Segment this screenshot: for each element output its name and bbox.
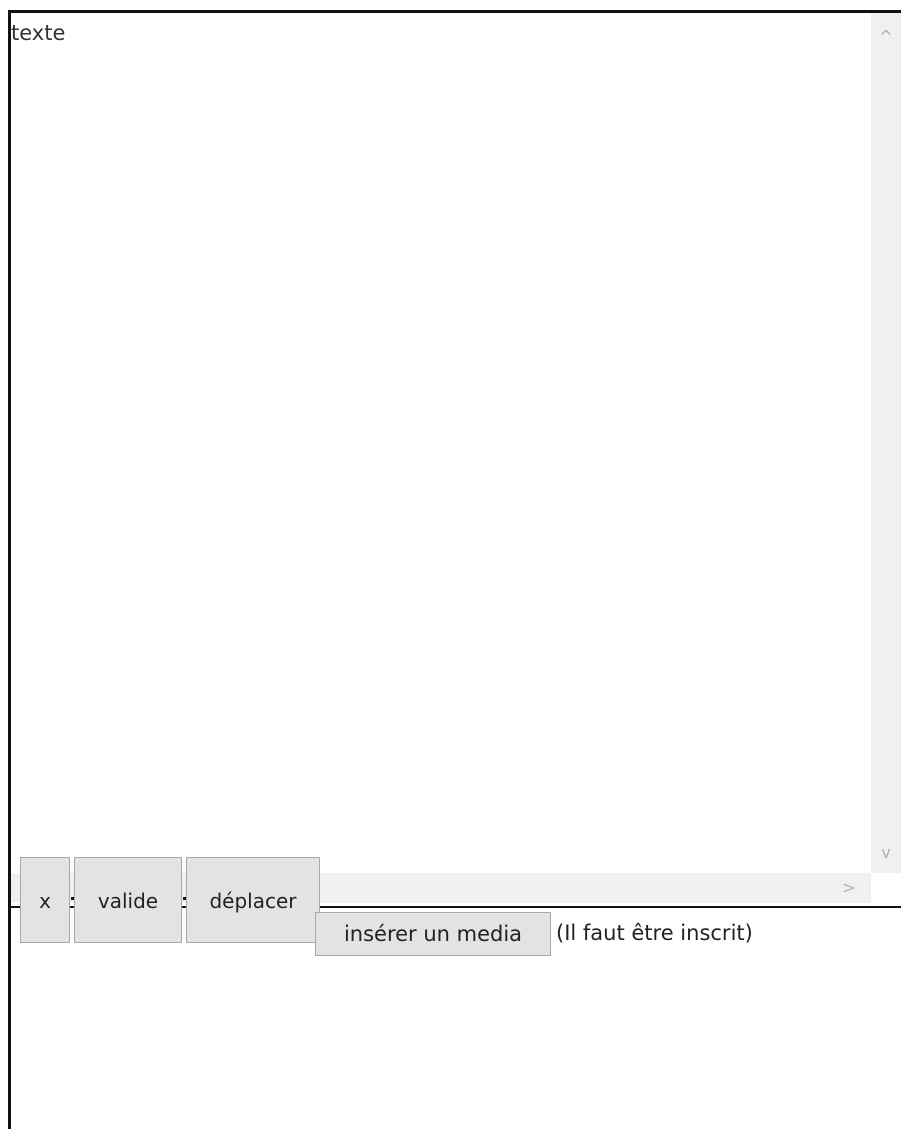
frame-top-border xyxy=(8,10,901,13)
scroll-down-arrow-icon[interactable]: v xyxy=(878,845,894,861)
scrollbar-corner xyxy=(871,873,901,903)
registration-note: (Il faut être inscrit) xyxy=(556,921,753,945)
validate-button[interactable]: valide xyxy=(74,857,182,943)
text-editor[interactable]: texte xyxy=(11,13,901,906)
scroll-right-arrow-icon[interactable]: > xyxy=(841,880,857,896)
editor-text: texte xyxy=(11,21,66,45)
close-button[interactable]: x xyxy=(20,857,70,943)
insert-media-button[interactable]: insérer un media xyxy=(315,912,551,956)
frame-left-border xyxy=(8,10,11,1129)
editor-panel: texte ^ v > x valide déplacer insérer un… xyxy=(0,0,901,1129)
vertical-scrollbar[interactable]: ^ v xyxy=(871,13,901,873)
scroll-up-arrow-icon[interactable]: ^ xyxy=(878,29,894,45)
move-button[interactable]: déplacer xyxy=(186,857,320,943)
